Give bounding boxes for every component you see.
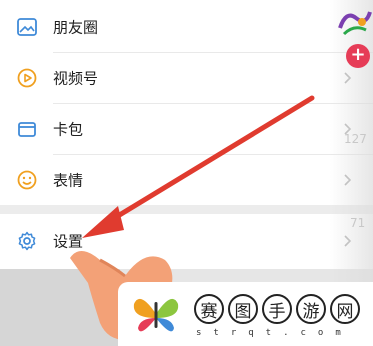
gear-icon: [16, 230, 38, 252]
watermark-banner: 赛 图 手 游 网 strqt.com: [118, 282, 373, 346]
card-icon: [16, 118, 38, 140]
menu-item-cards[interactable]: 卡包: [0, 104, 373, 154]
menu-item-moments[interactable]: 朋友圈: [0, 2, 373, 52]
smiley-icon: [16, 169, 38, 191]
like-count: 127: [344, 132, 367, 146]
watermark-text: 赛 图 手 游 网: [194, 294, 360, 324]
watermark-char: 游: [296, 294, 326, 324]
watermark-domain: strqt.com: [196, 328, 353, 338]
creator-avatar[interactable]: [336, 4, 373, 44]
menu-item-channels[interactable]: 视频号: [0, 53, 373, 103]
menu-item-label: 视频号: [53, 69, 99, 88]
section-gap: [0, 205, 373, 214]
menu-item-label: 卡包: [53, 120, 84, 139]
watermark-char: 赛: [194, 294, 224, 324]
album-icon: [16, 16, 38, 38]
butterfly-logo-icon: [133, 298, 179, 332]
menu-item-settings[interactable]: 设置: [0, 216, 373, 266]
menu-item-label: 表情: [53, 171, 84, 190]
menu-item-stickers[interactable]: 表情: [0, 155, 373, 205]
play-circle-icon: [16, 67, 38, 89]
menu-item-label: 朋友圈: [53, 18, 99, 37]
comment-count: 71: [350, 216, 366, 230]
watermark-char: 图: [228, 294, 258, 324]
watermark-char: 手: [262, 294, 292, 324]
follow-plus-button[interactable]: +: [346, 44, 370, 68]
watermark-char: 网: [330, 294, 360, 324]
